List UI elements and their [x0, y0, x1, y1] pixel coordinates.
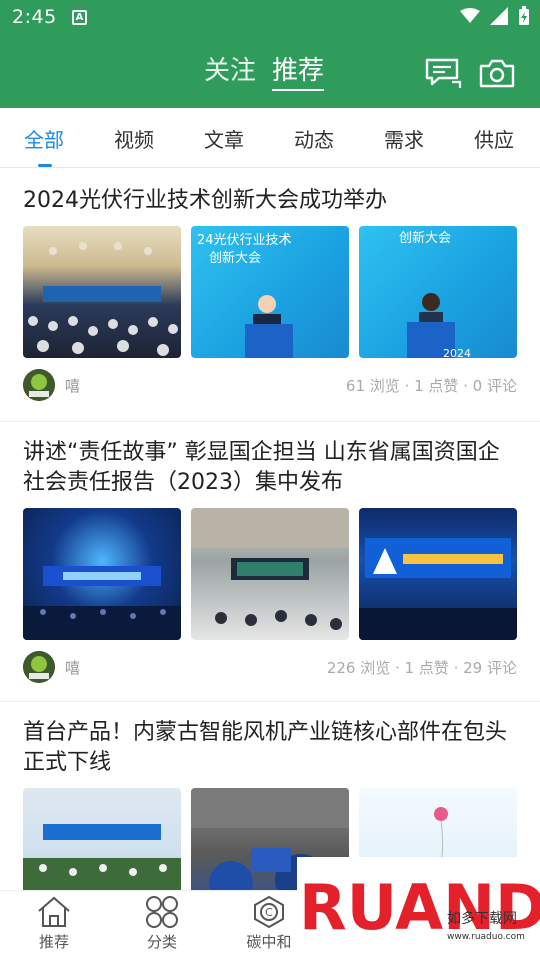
- article-image[interactable]: 24光伏行业技术 创新大会: [191, 226, 349, 358]
- top-bar: 2:45 A 关注 推荐: [0, 0, 540, 108]
- active-tab-indicator: [38, 164, 52, 167]
- avatar[interactable]: [23, 651, 55, 683]
- venue-audience-illustration: [28, 242, 178, 356]
- avatar-image: [23, 369, 55, 401]
- carbon-icon: C: [254, 895, 284, 929]
- article-meta: 嘻 226 浏览 · 1 点赞 · 29 评论: [23, 640, 517, 694]
- notification-a-icon: A: [72, 10, 87, 25]
- grid-icon: [146, 896, 178, 928]
- signal-icon: [490, 7, 508, 25]
- status-time: 2:45: [12, 6, 57, 28]
- blue-stage-illustration: [23, 566, 181, 640]
- article-images: 24光伏行业技术 创新大会 创新大会 2024: [23, 226, 517, 358]
- nav-label: 推荐: [38, 933, 69, 951]
- watermark-logo: RUANDAO 如多下载网 www.ruaduo.com: [299, 871, 540, 944]
- tab-video[interactable]: 视频: [114, 124, 154, 153]
- article-meta: 嘻 61 浏览 · 1 点赞 · 0 评论: [23, 358, 517, 412]
- image-caption: 创新大会: [399, 230, 451, 246]
- image-caption: 24光伏行业技术: [197, 233, 292, 248]
- tab-recommend[interactable]: 推荐: [272, 50, 325, 91]
- tab-demand[interactable]: 需求: [384, 124, 424, 153]
- image-caption: 创新大会: [209, 250, 261, 266]
- battery-icon: [519, 6, 529, 25]
- article-card[interactable]: 讲述“责任故事” 彰显国企担当 山东省属国资国企社会责任报告（2023）集中发布: [0, 422, 540, 702]
- author-name[interactable]: 嘻: [65, 657, 80, 678]
- nav-carbon[interactable]: C 碳中和: [234, 895, 304, 952]
- article-card[interactable]: 2024光伏行业技术创新大会成功举办 24光伏行业技术 创新大会 创新大会 20…: [0, 170, 540, 422]
- tab-supply[interactable]: 供应: [474, 124, 514, 153]
- article-stats: 226 浏览 · 1 点赞 · 29 评论: [326, 658, 517, 677]
- avatar[interactable]: [23, 369, 55, 401]
- article-title[interactable]: 首台产品！内蒙古智能风机产业链核心部件在包头正式下线: [23, 702, 517, 778]
- camera-icon[interactable]: [478, 56, 516, 90]
- watermark-sub: 如多下载网: [447, 910, 517, 927]
- nav-recommend[interactable]: 推荐: [19, 895, 89, 952]
- wifi-icon: [460, 8, 480, 23]
- tab-dynamic[interactable]: 动态: [294, 124, 334, 153]
- category-tabs: 全部 视频 文章 动态 需求 供应: [0, 108, 540, 168]
- article-image[interactable]: [23, 508, 181, 640]
- tab-follow[interactable]: 关注: [204, 50, 256, 87]
- feed-list: 2024光伏行业技术创新大会成功举办 24光伏行业技术 创新大会 创新大会 20…: [0, 170, 540, 890]
- nav-label: 碳中和: [246, 933, 292, 951]
- article-title[interactable]: 讲述“责任故事” 彰显国企担当 山东省属国资国企社会责任报告（2023）集中发布: [23, 422, 517, 498]
- stage-banner-illustration: [359, 538, 517, 640]
- article-images: [23, 508, 517, 640]
- article-stats: 61 浏览 · 1 点赞 · 0 评论: [345, 376, 517, 395]
- image-caption: 2024: [443, 347, 471, 358]
- avatar-image: [23, 651, 55, 683]
- header: 关注 推荐: [0, 36, 540, 108]
- nav-label: 分类: [146, 933, 177, 951]
- author-name[interactable]: 嘻: [65, 375, 80, 396]
- watermark-url: www.ruaduo.com: [447, 932, 525, 942]
- article-image[interactable]: [23, 226, 181, 358]
- home-icon: [38, 896, 70, 927]
- article-image[interactable]: [359, 508, 517, 640]
- tab-label: 全部: [24, 128, 64, 152]
- speaker-stage-illustration: 创新大会 2024: [399, 230, 471, 358]
- app-root: 2:45 A 关注 推荐 全部 视频 文章 动态 需求 供应 2024光伏行业技…: [0, 0, 540, 960]
- status-bar: 2:45 A: [0, 0, 540, 36]
- system-icons: [460, 6, 530, 26]
- svg-text:C: C: [265, 906, 273, 919]
- nav-category[interactable]: 分类: [127, 895, 197, 952]
- message-icon[interactable]: [424, 56, 462, 90]
- speaker-stage-illustration: 24光伏行业技术 创新大会: [197, 233, 293, 358]
- ornate-hall-illustration: [191, 508, 349, 630]
- article-title[interactable]: 2024光伏行业技术创新大会成功举办: [23, 170, 517, 216]
- article-image[interactable]: 创新大会 2024: [359, 226, 517, 358]
- tab-article[interactable]: 文章: [204, 124, 244, 153]
- watermark: RUANDAO 如多下载网 www.ruaduo.com: [297, 857, 540, 960]
- article-image[interactable]: [23, 788, 181, 890]
- outdoor-ceremony-illustration: [23, 824, 181, 890]
- article-image[interactable]: [191, 508, 349, 640]
- tab-all[interactable]: 全部: [24, 124, 64, 167]
